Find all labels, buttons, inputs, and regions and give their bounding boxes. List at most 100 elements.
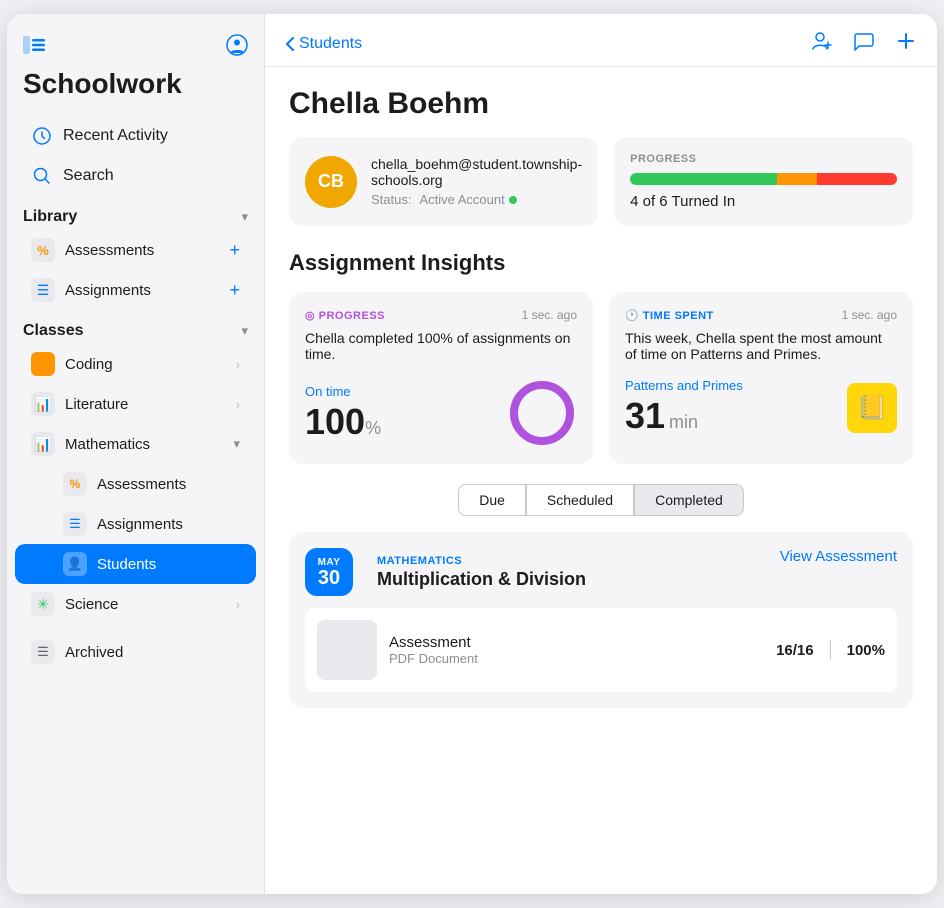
assignment-item-name: Assessment xyxy=(389,634,764,651)
insights-row: ◎ PROGRESS 1 sec. ago Chella completed 1… xyxy=(289,292,913,464)
time-type-icon: 🕐 xyxy=(625,310,643,322)
sidebar-item-mathematics[interactable]: 📊 Mathematics ▾ xyxy=(15,424,256,464)
sidebar-item-assignments[interactable]: ☰ Assignments + xyxy=(15,270,256,310)
badge-day: 30 xyxy=(318,568,340,588)
time-metric-value: 31min xyxy=(625,395,743,437)
time-description: This week, Chella spent the most amount … xyxy=(625,330,897,362)
student-name: Chella Boehm xyxy=(289,87,913,121)
literature-label: Literature xyxy=(65,396,226,413)
search-label: Search xyxy=(63,167,240,185)
student-email: chella_boehm@student.township-schools.or… xyxy=(371,156,582,188)
score-percentage: 100% xyxy=(847,642,885,659)
progress-type-label: ◎ PROGRESS xyxy=(305,309,385,322)
classes-title: Classes xyxy=(23,322,84,340)
search-icon xyxy=(31,165,53,187)
badge-month: MAY xyxy=(318,557,341,568)
sidebar-top xyxy=(7,34,264,68)
thumbnail-lines xyxy=(339,627,355,674)
coding-chevron-icon: › xyxy=(236,357,240,372)
assignment-title: Multiplication & Division xyxy=(377,569,780,590)
math-students-label: Students xyxy=(97,556,240,573)
main-body: Chella Boehm CB chella_boehm@student.tow… xyxy=(265,67,937,728)
sidebar-item-recent-activity[interactable]: Recent Activity xyxy=(15,116,256,156)
progress-description: Chella completed 100% of assignments on … xyxy=(305,330,577,362)
progress-timestamp: 1 sec. ago xyxy=(522,308,577,322)
avatar: CB xyxy=(305,156,357,208)
donut-chart xyxy=(507,378,577,448)
science-icon: ✳ xyxy=(31,592,55,616)
sidebar-item-math-assignments[interactable]: ☰ Assignments xyxy=(15,504,256,544)
back-label: Students xyxy=(299,35,362,53)
literature-chevron-icon: › xyxy=(236,397,240,412)
sidebar-item-coding[interactable]: Coding › xyxy=(15,344,256,384)
add-assignments-icon[interactable]: + xyxy=(229,280,240,301)
sidebar-item-literature[interactable]: 📊 Literature › xyxy=(15,384,256,424)
sidebar-item-science[interactable]: ✳ Science › xyxy=(15,584,256,624)
sidebar-item-math-assessments[interactable]: % Assessments xyxy=(15,464,256,504)
student-card: CB chella_boehm@student.township-schools… xyxy=(289,137,598,226)
math-assessments-label: Assessments xyxy=(97,476,240,493)
status-prefix: Status: xyxy=(371,192,411,207)
add-student-button[interactable] xyxy=(811,30,833,58)
mathematics-label: Mathematics xyxy=(65,436,223,453)
tab-completed[interactable]: Completed xyxy=(634,484,744,516)
time-insight-card: 🕐 TIME SPENT 1 sec. ago This week, Chell… xyxy=(609,292,913,464)
assignment-thumbnail xyxy=(317,620,377,680)
science-label: Science xyxy=(65,596,226,613)
assignment-title-area: MATHEMATICS Multiplication & Division xyxy=(377,555,780,590)
progress-bar-orange xyxy=(777,173,817,185)
sidebar-item-search[interactable]: Search xyxy=(15,156,256,196)
sidebar: Schoolwork Recent Activity Search Librar… xyxy=(7,14,265,894)
library-section-header[interactable]: Library ▾ xyxy=(7,196,264,230)
app-title: Schoolwork xyxy=(7,68,264,116)
student-info: chella_boehm@student.township-schools.or… xyxy=(371,156,582,207)
assignments-label: Assignments xyxy=(65,282,219,299)
time-type-label: 🕐 TIME SPENT xyxy=(625,309,714,322)
score-fraction: 16/16 xyxy=(776,642,814,659)
math-assessments-icon: % xyxy=(63,472,87,496)
time-unit: min xyxy=(669,412,698,432)
status-dot-icon xyxy=(509,196,517,204)
tab-due[interactable]: Due xyxy=(458,484,526,516)
math-assignments-icon: ☰ xyxy=(63,512,87,536)
header-actions xyxy=(811,30,917,58)
assignment-date-badge: MAY 30 xyxy=(305,548,353,596)
assessments-label: Assessments xyxy=(65,242,219,259)
progress-type-icon: ◎ xyxy=(305,310,319,322)
sidebar-item-math-students[interactable]: 👤 Students xyxy=(15,544,256,584)
library-chevron-icon: ▾ xyxy=(241,209,248,225)
progress-bar xyxy=(630,173,897,185)
main-header: Students xyxy=(265,14,937,67)
progress-bar-green xyxy=(630,173,777,185)
archived-icon: ☰ xyxy=(31,640,55,664)
score-divider xyxy=(830,640,831,660)
status-value: Active Account xyxy=(419,192,504,207)
add-button[interactable] xyxy=(895,30,917,58)
add-assessments-icon[interactable]: + xyxy=(229,240,240,261)
info-row: CB chella_boehm@student.township-schools… xyxy=(289,137,913,226)
assignment-item-type: PDF Document xyxy=(389,651,764,666)
coding-icon xyxy=(31,352,55,376)
student-status: Status: Active Account xyxy=(371,192,582,207)
progress-insight-header: ◎ PROGRESS 1 sec. ago xyxy=(305,308,577,322)
view-assessment-button[interactable]: View Assessment xyxy=(780,548,897,565)
tab-scheduled[interactable]: Scheduled xyxy=(526,484,634,516)
math-assignments-label: Assignments xyxy=(97,516,240,533)
classes-section-header[interactable]: Classes ▾ xyxy=(7,310,264,344)
sidebar-item-archived[interactable]: ☰ Archived xyxy=(15,632,256,672)
mathematics-chevron-icon: ▾ xyxy=(233,436,240,452)
sidebar-item-assessments[interactable]: % Assessments + xyxy=(15,230,256,270)
time-insight-header: 🕐 TIME SPENT 1 sec. ago xyxy=(625,308,897,322)
subject-label: Patterns and Primes xyxy=(625,378,743,393)
sidebar-toggle-button[interactable] xyxy=(23,36,45,54)
tab-bar: Due Scheduled Completed xyxy=(289,484,913,516)
progress-metric-value: 100% xyxy=(305,401,381,443)
coding-label: Coding xyxy=(65,356,226,373)
back-button[interactable]: Students xyxy=(285,35,362,53)
literature-icon: 📊 xyxy=(31,392,55,416)
assignment-scores: 16/16 100% xyxy=(776,640,885,660)
message-button[interactable] xyxy=(853,30,875,58)
progress-card: PROGRESS 4 of 6 Turned In xyxy=(614,137,913,226)
assignment-header: MAY 30 MATHEMATICS Multiplication & Divi… xyxy=(305,548,897,596)
profile-button[interactable] xyxy=(226,34,248,56)
